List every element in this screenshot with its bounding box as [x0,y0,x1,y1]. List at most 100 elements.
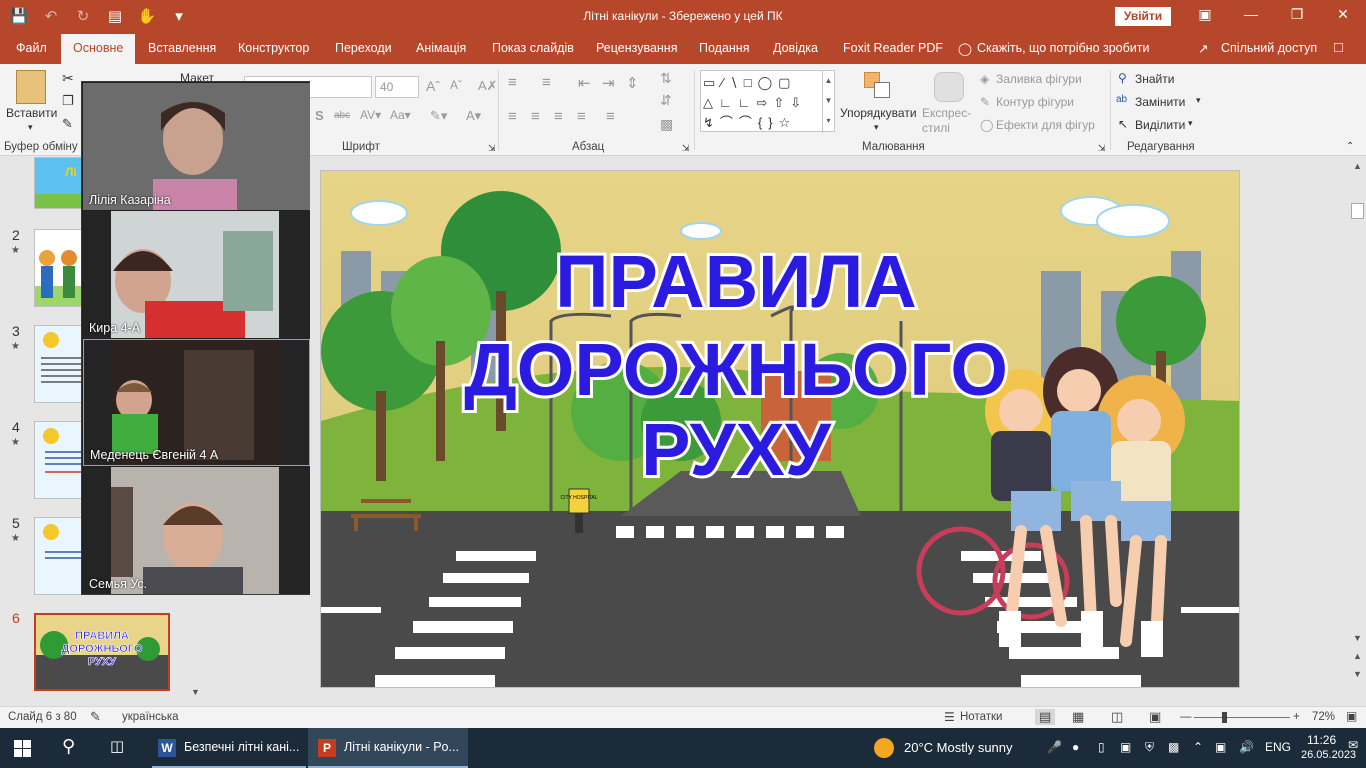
zoom-tray-icon[interactable]: ● [1072,740,1079,754]
reading-view-icon[interactable]: ◫ [1111,709,1123,725]
slide-sorter-icon[interactable]: ▦ [1072,709,1084,725]
columns-icon[interactable]: ≡ [606,108,615,125]
bullets-icon[interactable]: ≡ [508,74,517,91]
close-button[interactable]: ✕ [1320,6,1366,23]
weather-text[interactable]: 20°C Mostly sunny [904,740,1013,755]
zoom-out-icon[interactable]: — [1180,711,1192,723]
drawing-dialog-icon[interactable]: ⇲ [1098,143,1106,154]
quick-styles-icon[interactable] [934,72,964,102]
select-button[interactable]: Виділити [1135,118,1185,132]
align-left-icon[interactable]: ≡ [508,108,517,125]
select-icon[interactable]: ↖ [1118,117,1128,131]
tab-insert[interactable]: Вставлення [148,41,216,55]
participant-tile[interactable]: Кира 4-А [83,211,310,338]
network-icon[interactable]: ▣ [1215,740,1226,754]
next-slide-icon[interactable]: ▼ [1353,669,1362,679]
copy-icon[interactable]: ❐ [62,93,74,109]
prev-slide-icon[interactable]: ▲ [1353,651,1362,661]
numbering-icon[interactable]: ≡ [542,74,551,91]
char-spacing-icon[interactable]: AV▾ [360,108,381,122]
tab-file[interactable]: Файл [16,41,47,55]
replace-button[interactable]: Замінити [1135,95,1185,109]
shield-icon[interactable]: ⛨ [1145,740,1154,755]
slideshow-icon[interactable]: ▣ [1149,709,1161,725]
language-indicator[interactable]: українська [122,711,179,723]
volume-icon[interactable]: 🔊 [1239,740,1254,754]
arrange-dropdown-icon[interactable]: ▾ [874,122,879,133]
cut-icon[interactable]: ✂ [62,70,74,87]
usb-icon[interactable]: ▯ [1098,740,1105,754]
arrange-icon[interactable] [864,72,892,100]
taskbar-word-app[interactable]: W Безпечні літні кані... [152,728,306,768]
change-case-icon[interactable]: Aa▾ [390,108,411,122]
share-button[interactable]: Спільний доступ [1221,41,1317,55]
scroll-up-icon[interactable]: ▲ [1353,161,1362,171]
replace-icon[interactable]: ab [1116,94,1127,105]
quick-styles-button[interactable]: Експрес-стилі [922,106,976,136]
arrange-button[interactable]: Упорядкувати [840,106,917,120]
comments-icon[interactable]: □ [1334,39,1343,56]
shape-fill-icon[interactable]: ◈ [980,72,989,86]
align-right-icon[interactable]: ≡ [554,108,563,125]
tab-design[interactable]: Конструктор [238,41,309,55]
paste-button[interactable]: Вставити [6,106,57,120]
spellcheck-icon[interactable]: ✎ [90,709,101,725]
shape-effects-button[interactable]: Ефекти для фігур [996,118,1095,132]
microphone-icon[interactable]: 🎤 [1047,740,1062,754]
text-direction-icon[interactable]: ⇅ [660,70,672,87]
shape-effects-icon[interactable]: ◯ [980,118,993,132]
clock-time[interactable]: 11:26 [1307,733,1336,747]
notes-icon[interactable]: ☰ [944,710,955,724]
tab-review[interactable]: Рецензування [596,41,677,55]
participant-tile-speaking[interactable]: Меденець Євгеній 4 А [83,339,310,466]
replace-dropdown-icon[interactable]: ▾ [1196,95,1201,106]
tab-view[interactable]: Подання [699,41,749,55]
paragraph-dialog-icon[interactable]: ⇲ [682,143,690,154]
increase-indent-icon[interactable]: ⇥ [602,74,615,92]
shape-outline-icon[interactable]: ✎ [980,95,990,109]
tell-me-input[interactable]: Скажіть, що потрібно зробити [977,41,1150,55]
tab-foxit[interactable]: Foxit Reader PDF [843,41,943,55]
tab-slideshow[interactable]: Показ слайдів [492,41,574,55]
zoom-level[interactable]: 72% [1312,711,1335,723]
start-button[interactable] [14,740,31,757]
decrease-indent-icon[interactable]: ⇤ [578,74,591,92]
collapse-ribbon-icon[interactable]: ⌃ [1346,141,1354,152]
fit-slide-icon[interactable]: ▣ [1346,709,1357,723]
participant-tile[interactable]: Лілія Казаріна [83,83,310,210]
zoom-slider[interactable] [1194,717,1290,718]
paste-icon[interactable] [16,70,46,104]
line-spacing-icon[interactable]: ⇕ [626,74,639,92]
font-size-input[interactable]: 40 [375,76,419,98]
share-tray-icon[interactable]: ▩ [1168,740,1179,754]
chevron-up-icon[interactable]: ⌃ [1193,740,1203,754]
shrink-font-icon[interactable]: Aˇ [450,78,462,92]
justify-icon[interactable]: ≡ [577,108,586,125]
app-tray-icon[interactable]: ▣ [1120,740,1131,754]
zoom-slider-thumb[interactable] [1222,712,1227,723]
smartart-icon[interactable]: ▩ [660,116,673,133]
slide-thumbnail-6-selected[interactable]: ПРАВИЛА ДОРОЖНЬОГО РУХУ [34,613,170,691]
zoom-in-icon[interactable]: + [1293,711,1300,723]
highlight-icon[interactable]: ✎▾ [430,108,447,124]
select-dropdown-icon[interactable]: ▾ [1188,118,1193,129]
notes-button[interactable]: Нотатки [960,711,1002,723]
signin-button[interactable]: Увійти [1115,7,1171,26]
taskbar-powerpoint-app[interactable]: P Літні канікули - Po... [308,728,468,768]
scroll-down-icon[interactable]: ▼ [1353,633,1362,643]
format-painter-icon[interactable]: ✎ [62,116,73,132]
find-icon[interactable]: ⚲ [1118,71,1127,85]
strikethrough-icon[interactable]: abc [334,110,350,121]
notifications-icon[interactable]: ✉ [1348,738,1358,752]
shadow-icon[interactable]: S [315,108,324,123]
participant-tile[interactable]: Семья Ус. [83,467,310,594]
tab-animations[interactable]: Анімація [416,41,466,55]
weather-icon[interactable] [874,738,894,758]
shapes-scroll-icon[interactable]: ▲ ▼ ▾ [822,71,834,133]
grow-font-icon[interactable]: Aˆ [426,78,440,94]
maximize-button[interactable]: ❐ [1274,6,1320,23]
minimize-button[interactable]: — [1228,6,1274,22]
font-color-icon[interactable]: A▾ [466,108,481,124]
paste-dropdown-icon[interactable]: ▾ [28,122,33,133]
tab-home[interactable]: Основне [61,34,136,64]
